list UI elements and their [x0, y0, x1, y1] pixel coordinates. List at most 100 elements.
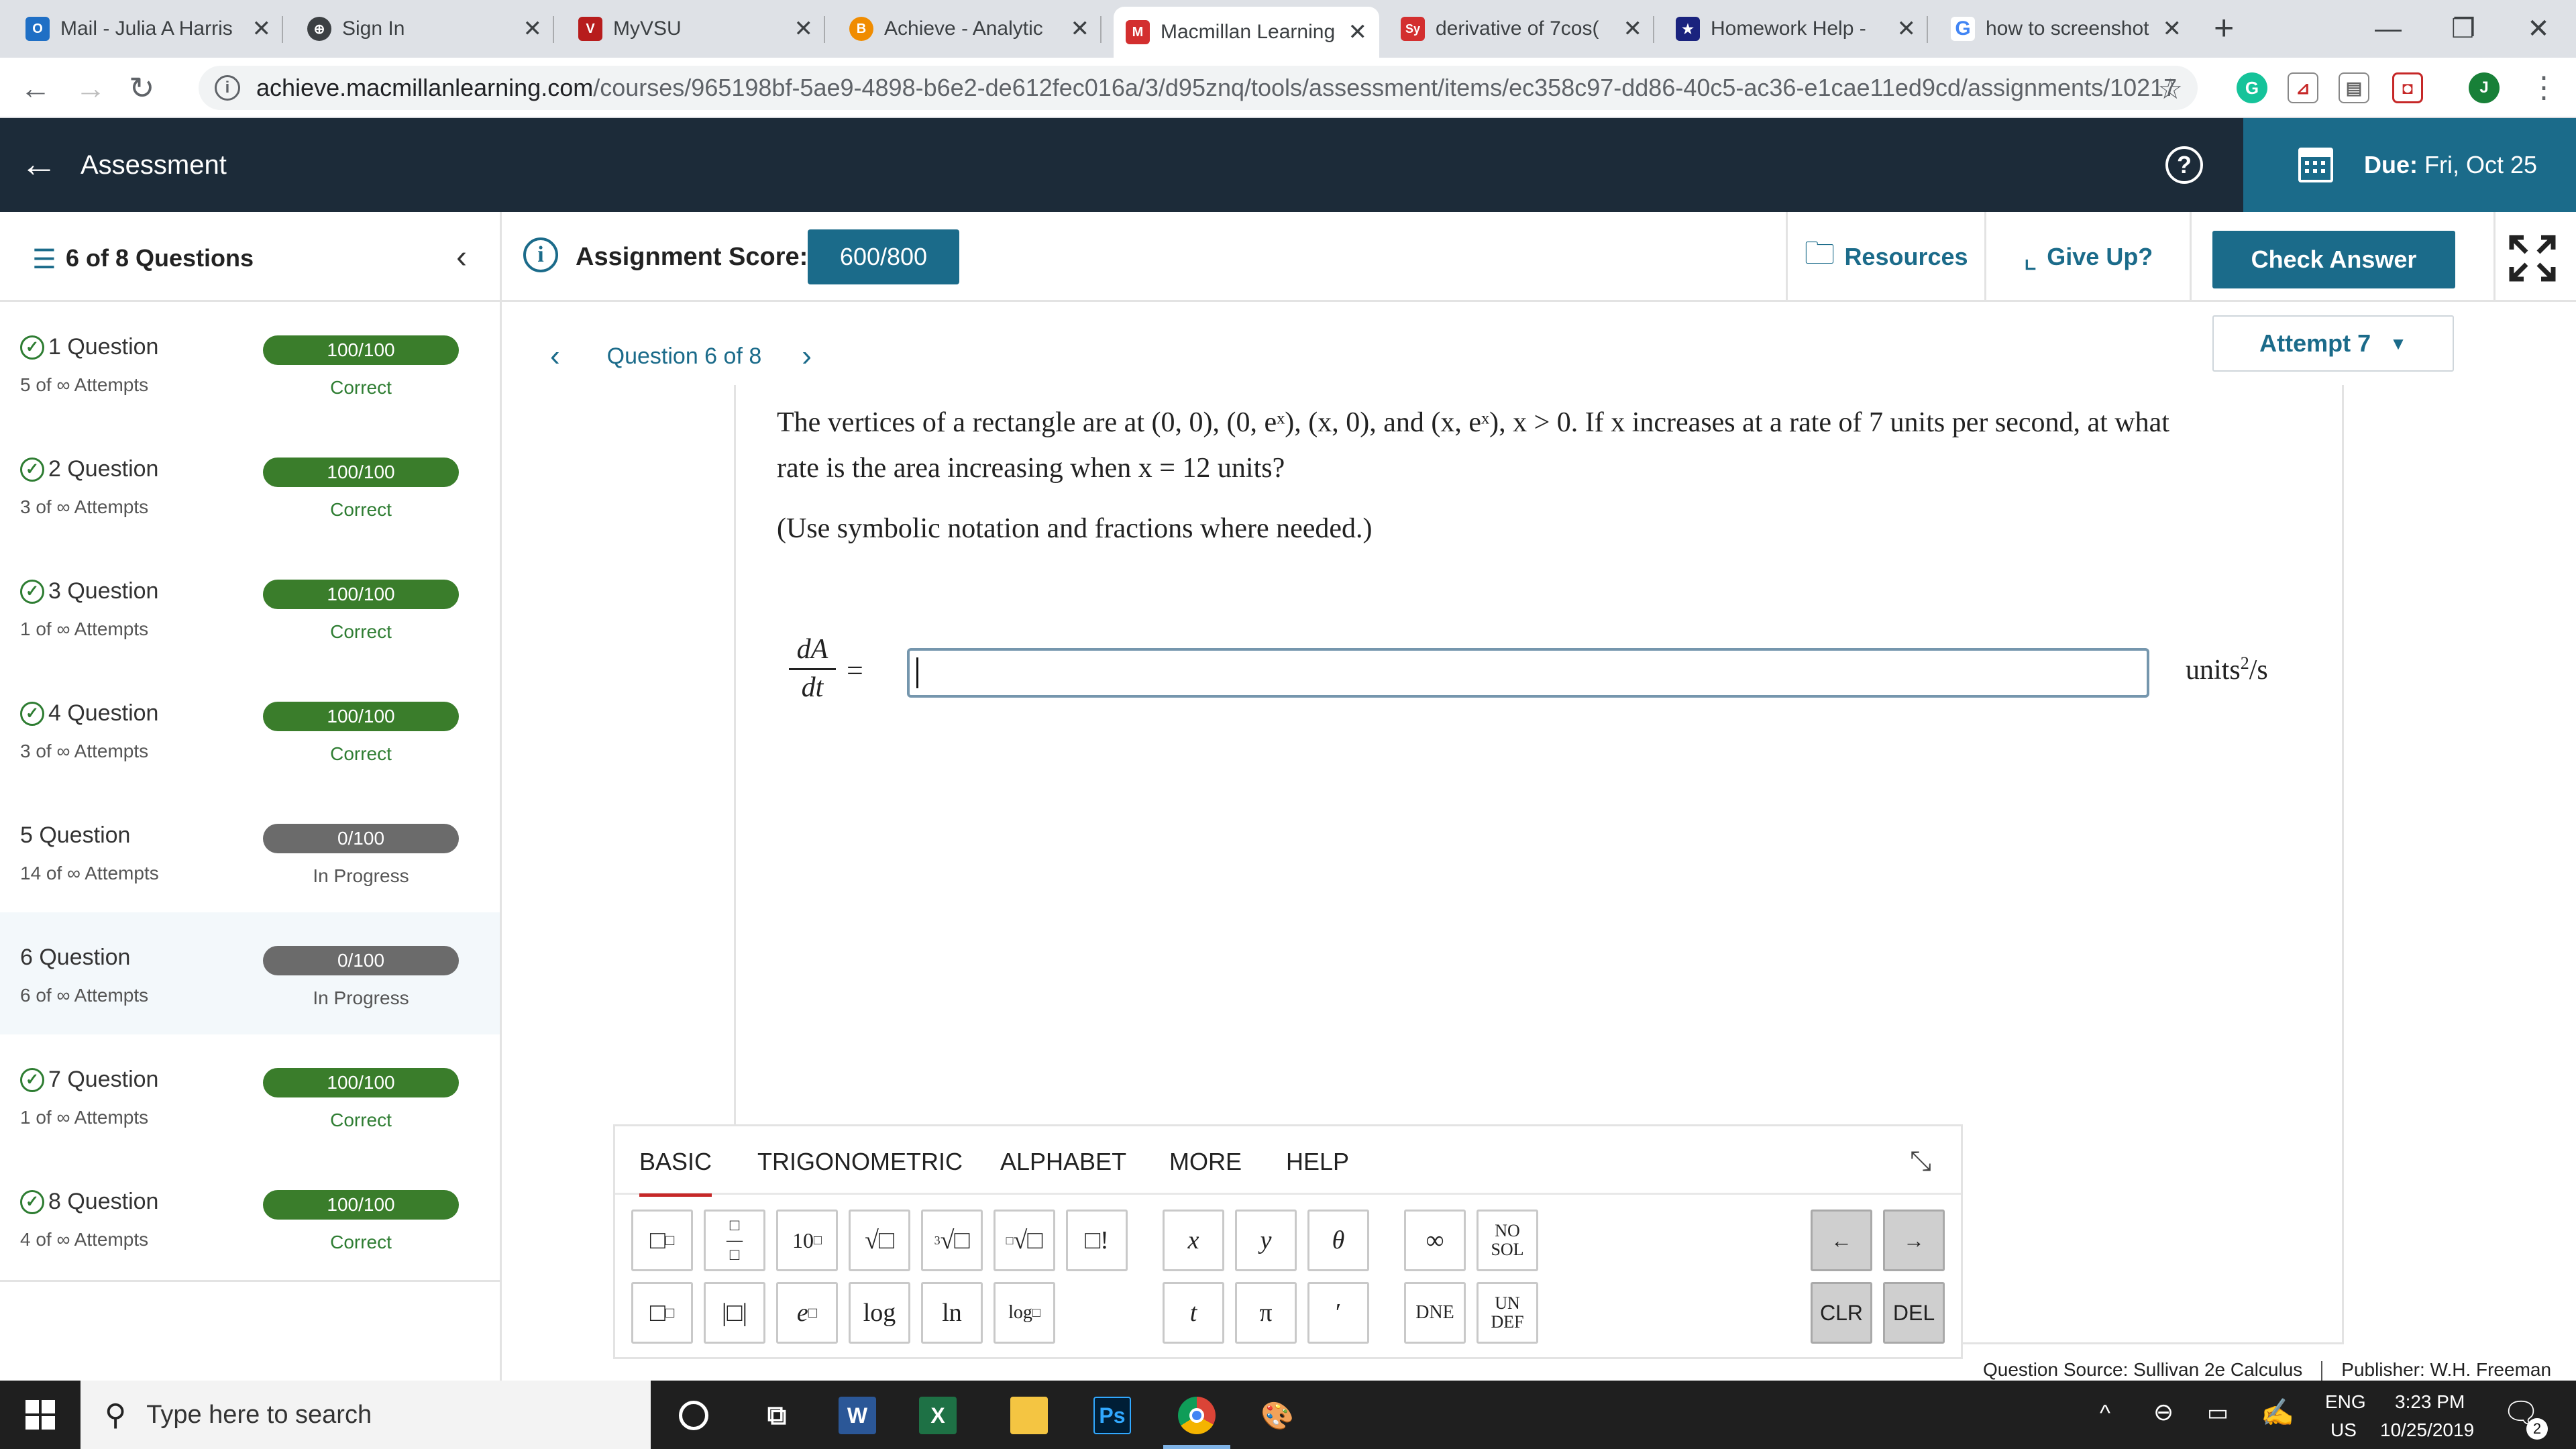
url-bar[interactable]: i achieve.macmillanlearning.com/courses/… [199, 66, 2198, 110]
key-theta[interactable]: θ [1307, 1210, 1369, 1271]
key-factorial[interactable]: □! [1066, 1210, 1128, 1271]
sidebar-question-8[interactable]: ✓ 8 Question 4 of ∞ Attempts 100/100 Corr… [0, 1157, 500, 1279]
forward-arrow-icon[interactable]: → [75, 71, 106, 105]
tray-overflow-icon[interactable]: ^ [2100, 1401, 2110, 1427]
key-fraction[interactable]: □ — □ [704, 1210, 765, 1271]
minimize-icon[interactable]: — [2351, 0, 2426, 58]
fullscreen-expand-icon[interactable] [2509, 235, 2556, 282]
key-ln[interactable]: ln [921, 1282, 983, 1344]
browser-tab-signin[interactable]: ⊕ Sign In ✕ [295, 7, 554, 51]
help-icon[interactable]: ? [2165, 146, 2203, 184]
key-left-arrow[interactable]: ← [1811, 1210, 1872, 1271]
key-t[interactable]: t [1163, 1282, 1224, 1344]
sidebar-question-2[interactable]: ✓ 2 Question 3 of ∞ Attempts 100/100 Corr… [0, 424, 500, 546]
collapse-keyboard-icon[interactable]: ⤡ [1910, 1146, 1931, 1177]
photoshop-icon[interactable]: Ps [1093, 1397, 1131, 1434]
clock-time[interactable]: 3:23 PM [2395, 1391, 2465, 1413]
tab-alphabet[interactable]: ALPHABET [1000, 1148, 1126, 1176]
browser-tab-google[interactable]: G how to screenshot ✕ [1939, 7, 2194, 51]
pdf-extension-icon[interactable]: ⊿ [2288, 72, 2318, 103]
key-y[interactable]: y [1235, 1210, 1297, 1271]
close-tab-icon[interactable]: ✕ [794, 15, 814, 42]
close-tab-icon[interactable]: ✕ [252, 15, 272, 42]
sidebar-question-7[interactable]: ✓ 7 Question 1 of ∞ Attempts 100/100 Corr… [0, 1034, 500, 1157]
score-info-icon[interactable]: i [523, 237, 558, 272]
key-exponential[interactable]: e □ [776, 1282, 838, 1344]
windows-start-icon[interactable] [0, 1381, 80, 1449]
clock-date[interactable]: 10/25/2019 [2380, 1419, 2474, 1441]
key-x[interactable]: x [1163, 1210, 1224, 1271]
key-prime[interactable]: ′ [1307, 1282, 1369, 1344]
key-square-root[interactable]: √□ [849, 1210, 910, 1271]
key-undefined[interactable]: UN DEF [1477, 1282, 1538, 1344]
sidebar-question-6[interactable]: 6 Question 6 of ∞ Attempts 0/100 In Prog… [0, 912, 500, 1034]
key-absolute-value[interactable]: |□| [704, 1282, 765, 1344]
key-power-of-ten[interactable]: 10 □ [776, 1210, 838, 1271]
close-tab-icon[interactable]: ✕ [2163, 15, 2182, 42]
profile-avatar[interactable]: J [2469, 72, 2500, 103]
browser-tab-symbolab[interactable]: Sy derivative of 7cos( ✕ [1389, 7, 1654, 51]
taskbar-search-box[interactable]: ⚲ Type here to search [80, 1381, 651, 1449]
key-superscript[interactable]: □ □ [631, 1210, 693, 1271]
macmillan-extension-icon[interactable]: ◘ [2392, 72, 2423, 103]
task-view-icon[interactable]: ⧉ [758, 1397, 796, 1434]
browser-tab-homework[interactable]: ★ Homework Help - ✕ [1664, 7, 1928, 51]
word-icon[interactable]: W [839, 1397, 876, 1434]
network-icon[interactable]: ⊖ [2153, 1398, 2174, 1426]
tab-more[interactable]: MORE [1169, 1148, 1242, 1176]
key-clear[interactable]: CLR [1811, 1282, 1872, 1344]
resources-button[interactable]: 🗀 Resources [1786, 212, 1984, 302]
close-tab-icon[interactable]: ✕ [523, 15, 543, 42]
region-label[interactable]: US [2330, 1419, 2357, 1441]
key-infinity[interactable]: ∞ [1404, 1210, 1466, 1271]
key-log-base[interactable]: log □ [994, 1282, 1055, 1344]
key-right-arrow[interactable]: → [1883, 1210, 1945, 1271]
check-answer-button[interactable]: Check Answer [2212, 231, 2455, 288]
answer-input[interactable] [907, 648, 2149, 698]
back-arrow-icon[interactable]: ← [20, 144, 58, 184]
sidebar-question-3[interactable]: ✓ 3 Question 1 of ∞ Attempts 100/100 Corr… [0, 546, 500, 668]
paint-icon[interactable]: 🎨 [1258, 1397, 1296, 1434]
previous-question-chevron-icon[interactable]: ‹ [550, 339, 560, 373]
restore-icon[interactable]: ❐ [2426, 0, 2501, 58]
excel-icon[interactable]: X [919, 1397, 957, 1434]
collapse-sidebar-chevron-icon[interactable]: ‹ [456, 239, 467, 276]
window-close-icon[interactable]: ✕ [2501, 0, 2576, 58]
give-up-button[interactable]: ⌞ Give Up? [1984, 212, 2190, 302]
questions-list-header[interactable]: ☰ 6 of 8 Questions ‹ [0, 212, 502, 302]
document-extension-icon[interactable]: ▤ [2339, 72, 2369, 103]
browser-tab-mail[interactable]: O Mail - Julia A Harris ✕ [13, 7, 283, 51]
grammarly-icon[interactable]: G [2237, 72, 2267, 103]
bookmark-star-icon[interactable]: ☆ [2157, 72, 2183, 105]
new-tab-button[interactable]: + [2214, 9, 2234, 47]
browser-tab-macmillan[interactable]: M Macmillan Learning ✕ [1114, 7, 1379, 58]
tab-help[interactable]: HELP [1286, 1148, 1349, 1176]
key-cube-root[interactable]: 3 √□ [921, 1210, 983, 1271]
pen-icon[interactable]: ✍ [2261, 1397, 2294, 1428]
key-dne[interactable]: DNE [1404, 1282, 1466, 1344]
reload-icon[interactable]: ↻ [129, 71, 155, 105]
close-tab-icon[interactable]: ✕ [1623, 15, 1643, 42]
site-info-icon[interactable]: i [215, 75, 240, 101]
key-subscript[interactable]: □ □ [631, 1282, 693, 1344]
attempt-dropdown[interactable]: Attempt 7 ▼ [2212, 315, 2454, 372]
close-tab-icon[interactable]: ✕ [1348, 19, 1368, 46]
battery-icon[interactable]: ▭ [2207, 1399, 2229, 1426]
sidebar-question-1[interactable]: ✓ 1 Question 5 of ∞ Attempts 100/100 Corr… [0, 302, 500, 424]
language-label[interactable]: ENG [2325, 1391, 2366, 1413]
key-log[interactable]: log [849, 1282, 910, 1344]
cortana-icon[interactable] [679, 1401, 708, 1430]
chrome-icon[interactable] [1178, 1397, 1216, 1434]
file-explorer-icon[interactable] [1010, 1397, 1048, 1434]
back-arrow-icon[interactable]: ← [20, 71, 51, 105]
key-no-solution[interactable]: NO SOL [1477, 1210, 1538, 1271]
close-tab-icon[interactable]: ✕ [1897, 15, 1917, 42]
sidebar-question-4[interactable]: ✓ 4 Question 3 of ∞ Attempts 100/100 Corr… [0, 668, 500, 790]
browser-tab-achieve[interactable]: B Achieve - Analytic ✕ [837, 7, 1102, 51]
next-question-chevron-icon[interactable]: › [802, 339, 812, 373]
close-tab-icon[interactable]: ✕ [1071, 15, 1090, 42]
key-delete[interactable]: DEL [1883, 1282, 1945, 1344]
key-nth-root[interactable]: □ √□ [994, 1210, 1055, 1271]
browser-tab-myvsu[interactable]: V MyVSU ✕ [566, 7, 825, 51]
sidebar-question-5[interactable]: 5 Question 14 of ∞ Attempts 0/100 In Pro… [0, 790, 500, 912]
